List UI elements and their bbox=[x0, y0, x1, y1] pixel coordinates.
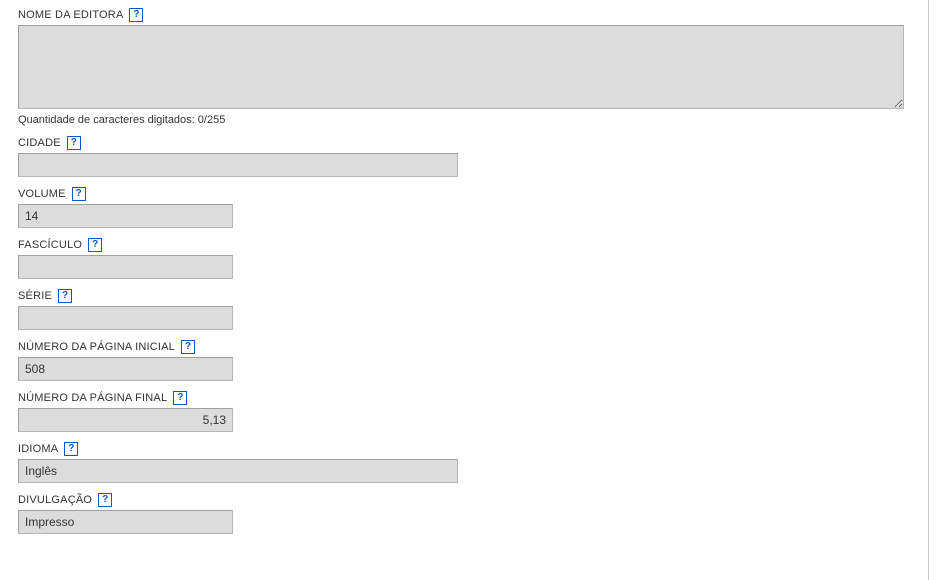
label-row-pagina-inicial: NÚMERO DA PÁGINA INICIAL ? bbox=[18, 340, 894, 354]
label-row-fasciculo: FASCÍCULO ? bbox=[18, 238, 894, 252]
label-pagina-final: NÚMERO DA PÁGINA FINAL bbox=[18, 392, 167, 404]
label-editora: NOME DA EDITORA bbox=[18, 9, 123, 21]
divulgacao-select[interactable]: Impresso bbox=[18, 510, 233, 534]
field-pagina-final: NÚMERO DA PÁGINA FINAL ? bbox=[18, 391, 894, 432]
pagina-final-input[interactable] bbox=[18, 408, 233, 432]
right-border-divider bbox=[928, 0, 929, 580]
label-serie: SÉRIE bbox=[18, 290, 52, 302]
label-row-idioma: IDIOMA ? bbox=[18, 442, 894, 456]
label-row-editora: NOME DA EDITORA ? bbox=[18, 8, 894, 22]
label-row-pagina-final: NÚMERO DA PÁGINA FINAL ? bbox=[18, 391, 894, 405]
form-container: NOME DA EDITORA ? Quantidade de caracter… bbox=[0, 0, 912, 534]
field-volume: VOLUME ? bbox=[18, 187, 894, 228]
pagina-inicial-input[interactable] bbox=[18, 357, 233, 381]
help-icon[interactable]: ? bbox=[58, 289, 72, 303]
label-idioma: IDIOMA bbox=[18, 443, 58, 455]
help-icon[interactable]: ? bbox=[98, 493, 112, 507]
field-divulgacao: DIVULGAÇÃO ? Impresso bbox=[18, 493, 894, 534]
label-row-serie: SÉRIE ? bbox=[18, 289, 894, 303]
help-icon[interactable]: ? bbox=[64, 442, 78, 456]
label-row-cidade: CIDADE ? bbox=[18, 136, 894, 150]
label-pagina-inicial: NÚMERO DA PÁGINA INICIAL bbox=[18, 341, 175, 353]
field-pagina-inicial: NÚMERO DA PÁGINA INICIAL ? bbox=[18, 340, 894, 381]
label-divulgacao: DIVULGAÇÃO bbox=[18, 494, 92, 506]
field-cidade: CIDADE ? bbox=[18, 136, 894, 177]
help-icon[interactable]: ? bbox=[129, 8, 143, 22]
label-row-divulgacao: DIVULGAÇÃO ? bbox=[18, 493, 894, 507]
field-idioma: IDIOMA ? Inglês bbox=[18, 442, 894, 483]
cidade-input[interactable] bbox=[18, 153, 458, 177]
serie-input[interactable] bbox=[18, 306, 233, 330]
volume-input[interactable] bbox=[18, 204, 233, 228]
help-icon[interactable]: ? bbox=[173, 391, 187, 405]
label-cidade: CIDADE bbox=[18, 137, 61, 149]
field-fasciculo: FASCÍCULO ? bbox=[18, 238, 894, 279]
help-icon[interactable]: ? bbox=[88, 238, 102, 252]
fasciculo-input[interactable] bbox=[18, 255, 233, 279]
label-row-volume: VOLUME ? bbox=[18, 187, 894, 201]
field-editora: NOME DA EDITORA ? Quantidade de caracter… bbox=[18, 8, 894, 126]
field-serie: SÉRIE ? bbox=[18, 289, 894, 330]
help-icon[interactable]: ? bbox=[67, 136, 81, 150]
label-volume: VOLUME bbox=[18, 188, 66, 200]
idioma-select[interactable]: Inglês bbox=[18, 459, 458, 483]
label-fasciculo: FASCÍCULO bbox=[18, 239, 82, 251]
editora-textarea[interactable] bbox=[18, 25, 904, 109]
editora-char-counter: Quantidade de caracteres digitados: 0/25… bbox=[18, 114, 894, 126]
help-icon[interactable]: ? bbox=[72, 187, 86, 201]
help-icon[interactable]: ? bbox=[181, 340, 195, 354]
